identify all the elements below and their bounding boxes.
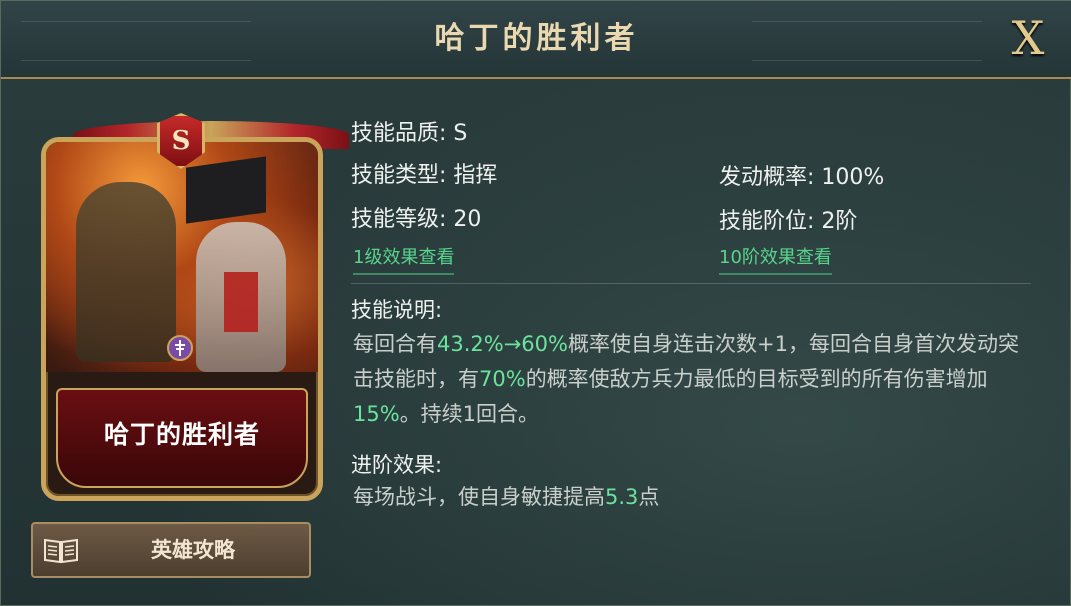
desc-value-3: 15% (353, 402, 400, 426)
desc-value-2: 70% (479, 367, 526, 391)
trigger-rate-row: 发动概率: 100% (719, 159, 884, 191)
close-button[interactable]: X (1004, 13, 1052, 63)
hero-guide-button[interactable]: 英雄攻略 (31, 522, 311, 578)
skill-description-title: 技能说明: (351, 298, 443, 322)
desc-value-1: 43.2%→60% (437, 332, 568, 356)
faction-emblem-icon (167, 335, 193, 361)
skill-quality-value: S (453, 121, 468, 146)
skill-type-value: 指挥 (453, 163, 498, 188)
panel-title: 哈丁的胜利者 (434, 21, 639, 56)
skill-level-value: 20 (453, 207, 482, 232)
advance-effect-text: 每场战斗，使自身敏捷提高5.3点 (353, 481, 1033, 513)
skill-level-label: 技能等级: (351, 207, 447, 232)
desc-text-4: 。持续1回合。 (399, 402, 540, 426)
trigger-rate-label: 发动概率: (719, 165, 815, 190)
warrior-figure (76, 182, 176, 362)
level1-effect-link[interactable]: 1级效果查看 (353, 243, 455, 275)
hero-guide-label: 英雄攻略 (151, 538, 235, 562)
section-divider (351, 283, 1031, 284)
skill-card: 哈丁的胜利者 S (41, 113, 349, 501)
desc-text-1: 每回合有 (353, 332, 437, 356)
skill-type-row: 技能类型: 指挥 (351, 157, 497, 189)
battle-flag (186, 156, 266, 224)
skill-tier-row: 技能阶位: 2阶 (719, 203, 857, 235)
desc-text-3: 的概率使敌方兵力最低的目标受到的所有伤害增加 (525, 367, 988, 391)
advance-effect-title: 进阶效果: (351, 453, 443, 477)
skill-level-row: 技能等级: 20 (351, 201, 481, 233)
skill-quality-label: 技能品质: (351, 121, 447, 146)
skill-tier-value: 2阶 (821, 209, 858, 234)
knight-figure (196, 222, 286, 372)
card-name-plate: 哈丁的胜利者 (56, 388, 308, 488)
skill-type-label: 技能类型: (351, 163, 447, 188)
adv-text-1: 每场战斗，使自身敏捷提高 (353, 485, 605, 509)
adv-value-1: 5.3 (605, 485, 639, 509)
title-bar: 哈丁的胜利者 X (1, 1, 1071, 79)
skill-description-text: 每回合有43.2%→60%概率使自身连击次数+1，每回合自身首次发动突击技能时，… (353, 327, 1033, 432)
trigger-rate-value: 100% (821, 165, 885, 190)
card-name: 哈丁的胜利者 (103, 420, 260, 449)
skill-quality-row: 技能品质: S (351, 115, 467, 147)
adv-text-2: 点 (638, 485, 660, 509)
skill-detail-panel: 哈丁的胜利者 X 哈丁的胜利者 S 英雄攻略 技能品质: S 技能类型: 指挥 … (0, 0, 1071, 606)
tier10-effect-link[interactable]: 10阶效果查看 (719, 243, 832, 275)
card-frame: 哈丁的胜利者 (41, 137, 323, 501)
skill-tier-label: 技能阶位: (719, 209, 815, 234)
